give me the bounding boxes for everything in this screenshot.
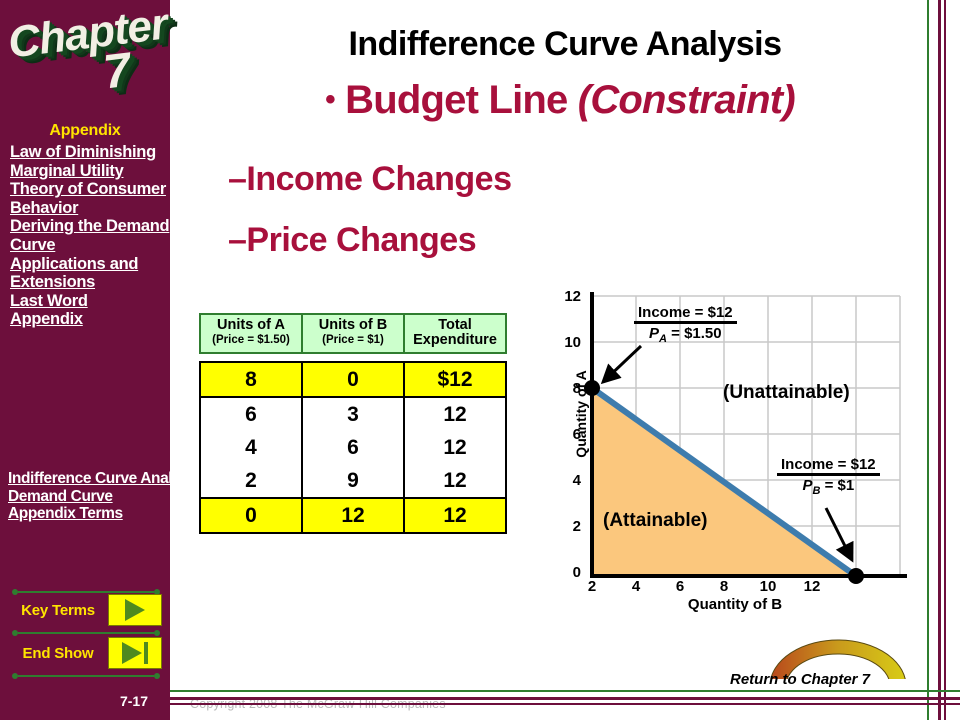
sub-bullet-income-changes: –Income Changes: [228, 160, 512, 198]
main-bullet-text: Budget Line: [345, 78, 568, 122]
arrow-to-horizontal-intercept: [824, 507, 854, 563]
chapter-logo-word: Chapter: [5, 0, 170, 68]
column-header-units-of-a-sub: (Price = $1.50): [212, 334, 290, 346]
play-triangle-icon: [125, 599, 145, 621]
budget-table: Units of A (Price = $1.50) Units of B (P…: [199, 313, 507, 534]
sidebar-link-appendix-terms[interactable]: Appendix Terms: [8, 505, 172, 523]
sub-bullet-price-changes: –Price Changes: [228, 221, 477, 259]
sidebar-link-appendix[interactable]: Appendix: [10, 310, 170, 329]
sidebar-nav-appendix: Indifference Curve Analysis Demand Curve…: [8, 470, 201, 523]
sidebar-link-theory-of-consumer-behavior[interactable]: Theory of Consumer Behavior: [10, 180, 170, 217]
main-bullet-italic-text: (Constraint): [577, 78, 796, 122]
cell-units-b: 0: [301, 361, 405, 398]
sidebar-link-deriving-the-demand-curve[interactable]: Deriving the Demand Curve: [10, 217, 170, 254]
annotation-price-a-denominator: PA = $1.50: [634, 321, 737, 348]
chart-x-axis-label: Quantity of B: [687, 596, 783, 613]
sidebar-link-applications-and-extensions[interactable]: Applications and Extensions: [10, 255, 170, 292]
sidebar-link-last-word[interactable]: Last Word: [10, 292, 170, 311]
marker-horizontal-intercept: [848, 568, 864, 584]
cell-units-a: 8: [199, 361, 303, 398]
chapter-logo-number: 7: [100, 43, 134, 100]
return-to-chapter-label[interactable]: Return to Chapter 7: [730, 671, 870, 688]
cell-units-a: 2: [199, 464, 303, 498]
table-row: 0 12 12: [199, 497, 507, 534]
sidebar-nav-primary: Law of Diminishing Marginal Utility Theo…: [10, 143, 170, 329]
cell-units-a: 4: [199, 431, 303, 464]
column-header-units-of-a-main: Units of A: [217, 317, 285, 333]
decor-hline-green: [170, 690, 960, 692]
unattainable-region-label: (Unattainable): [723, 382, 850, 403]
page-title: Indifference Curve Analysis: [348, 25, 782, 63]
chapter-logo: Chapter 7: [0, 0, 170, 125]
table-row: 4 6 12: [199, 431, 507, 464]
sidebar-divider-bottom: [12, 672, 160, 680]
annotation-price-b-numerator: Income = $12: [781, 456, 876, 473]
annotation-price-a-numerator: Income = $12: [638, 304, 733, 321]
decor-vline-maroon-2: [944, 0, 946, 720]
cell-units-b: 3: [301, 397, 405, 431]
cell-total: 12: [403, 397, 507, 431]
cell-units-b: 9: [301, 464, 405, 498]
column-header-units-of-a: Units of A (Price = $1.50): [199, 313, 303, 354]
decor-hline-maroon-2: [170, 703, 960, 705]
marker-vertical-intercept: [584, 380, 600, 396]
column-header-units-of-b: Units of B (Price = $1): [301, 313, 405, 354]
budget-line-chart: Quantity of A Quantity of B 12 10 8 6 4 …: [545, 288, 935, 628]
key-terms-label: Key Terms: [21, 601, 95, 619]
sidebar-link-demand-curve[interactable]: Demand Curve: [8, 488, 172, 506]
column-header-units-of-b-main: Units of B: [318, 317, 388, 333]
table-row: 8 0 $12: [199, 361, 507, 398]
decor-hline-maroon-1: [170, 697, 960, 700]
column-header-total-expenditure: Total Expenditure: [403, 313, 507, 354]
column-header-units-of-b-sub: (Price = $1): [322, 334, 384, 346]
end-show-button[interactable]: [108, 637, 162, 669]
attainable-region-label: (Attainable): [603, 510, 708, 531]
table-row: 6 3 12: [199, 397, 507, 431]
skip-to-end-icon: [122, 642, 142, 664]
key-terms-row[interactable]: Key Terms: [8, 592, 168, 628]
decor-vline-green: [927, 0, 929, 720]
annotation-price-b-denominator: PB = $1: [777, 473, 880, 500]
chart-plot-area: [584, 292, 907, 584]
sidebar-link-indifference-curve-analysis[interactable]: Indifference Curve Analysis: [8, 470, 201, 488]
cell-units-a: 0: [199, 497, 303, 534]
cell-units-b: 12: [301, 497, 405, 534]
key-terms-button[interactable]: [108, 594, 162, 626]
cell-total: 12: [403, 497, 507, 534]
main-bullet: • Budget Line (Constraint): [180, 78, 940, 123]
table-header-row: Units of A (Price = $1.50) Units of B (P…: [199, 313, 507, 354]
return-to-chapter-control[interactable]: Return to Chapter 7: [700, 639, 935, 693]
column-header-total-expenditure-main: Total Expenditure: [413, 317, 497, 348]
cell-units-b: 6: [301, 431, 405, 464]
sidebar-heading-appendix: Appendix: [49, 122, 121, 139]
annotation-price-b-formula: Income = $12 PB = $1: [777, 456, 880, 500]
cell-total: 12: [403, 431, 507, 464]
bullet-dot-icon: •: [325, 83, 335, 116]
cell-units-a: 6: [199, 397, 303, 431]
sidebar-link-law-of-diminishing-marginal-utility[interactable]: Law of Diminishing Marginal Utility: [10, 143, 170, 180]
slide: Chapter 7 Appendix Law of Diminishing Ma…: [0, 0, 960, 720]
cell-total: $12: [403, 361, 507, 398]
annotation-price-a-formula: Income = $12 PA = $1.50: [634, 304, 737, 348]
sidebar: Chapter 7 Appendix Law of Diminishing Ma…: [0, 0, 201, 720]
cell-total: 12: [403, 464, 507, 498]
skip-bar-icon: [144, 642, 148, 664]
decor-vline-maroon-1: [938, 0, 941, 720]
slide-number: 7-17: [119, 693, 148, 709]
end-show-label: End Show: [22, 644, 94, 662]
end-show-row[interactable]: End Show: [8, 635, 168, 671]
table-row: 2 9 12: [199, 464, 507, 498]
